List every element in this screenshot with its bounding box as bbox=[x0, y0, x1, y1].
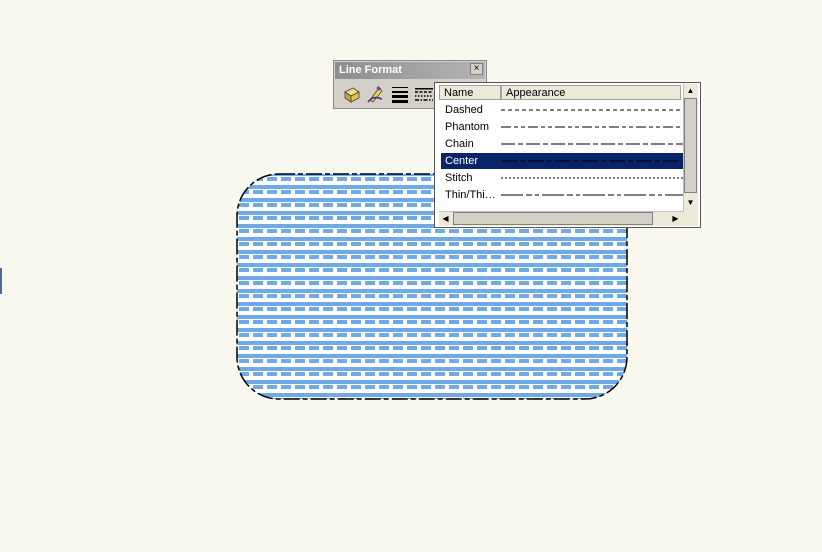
line-weight-icon[interactable] bbox=[389, 83, 411, 105]
pen-color-icon[interactable] bbox=[365, 83, 387, 105]
line-style-item-thin-thi[interactable]: Thin/Thi… bbox=[441, 187, 683, 203]
line-style-preview bbox=[501, 143, 683, 145]
line-style-preview bbox=[501, 126, 683, 128]
line-style-name: Dashed bbox=[445, 104, 483, 116]
vertical-scroll-thumb[interactable] bbox=[684, 98, 697, 193]
line-style-item-dashed[interactable]: Dashed bbox=[441, 102, 683, 118]
line-style-item-center[interactable]: Center bbox=[441, 153, 683, 169]
canvas-edge-marker bbox=[0, 268, 2, 294]
line-style-name: Chain bbox=[445, 138, 474, 150]
scroll-left-icon[interactable]: ◀ bbox=[439, 212, 452, 225]
column-header-name[interactable]: Name bbox=[439, 85, 501, 100]
close-icon[interactable]: × bbox=[470, 63, 483, 75]
scrollbar-corner bbox=[684, 211, 698, 226]
line-style-item-phantom[interactable]: Phantom bbox=[441, 119, 683, 135]
line-style-name: Thin/Thi… bbox=[445, 189, 496, 201]
line-style-dropdown[interactable]: Name Appearance Dashed Phantom Chain Center… bbox=[434, 82, 701, 228]
list-header: Name Appearance bbox=[439, 85, 681, 100]
horizontal-scrollbar[interactable]: ◀ ▶ bbox=[439, 211, 684, 226]
column-header-appearance[interactable]: Appearance bbox=[501, 85, 681, 100]
horizontal-scroll-thumb[interactable] bbox=[453, 212, 653, 225]
line-style-name: Phantom bbox=[445, 121, 490, 133]
line-style-item-chain[interactable]: Chain bbox=[441, 136, 683, 152]
toolbar-title-bar[interactable]: Line Format bbox=[335, 62, 485, 79]
vertical-scrollbar[interactable]: ▲ ▼ bbox=[683, 84, 698, 211]
line-style-name: Center bbox=[445, 155, 479, 167]
line-style-preview bbox=[501, 194, 683, 196]
line-style-preview bbox=[501, 160, 683, 162]
scroll-down-icon[interactable]: ▼ bbox=[684, 196, 697, 209]
line-style-name: Stitch bbox=[445, 172, 473, 184]
toolbar-title: Line Format bbox=[339, 64, 402, 76]
line-style-preview bbox=[501, 109, 683, 111]
line-style-icon[interactable] bbox=[413, 83, 435, 105]
scroll-right-icon[interactable]: ▶ bbox=[669, 212, 682, 225]
line-style-item-stitch[interactable]: Stitch bbox=[441, 170, 683, 186]
fill-bucket-icon[interactable] bbox=[341, 83, 363, 105]
line-style-preview bbox=[501, 177, 683, 179]
scroll-up-icon[interactable]: ▲ bbox=[684, 84, 697, 97]
